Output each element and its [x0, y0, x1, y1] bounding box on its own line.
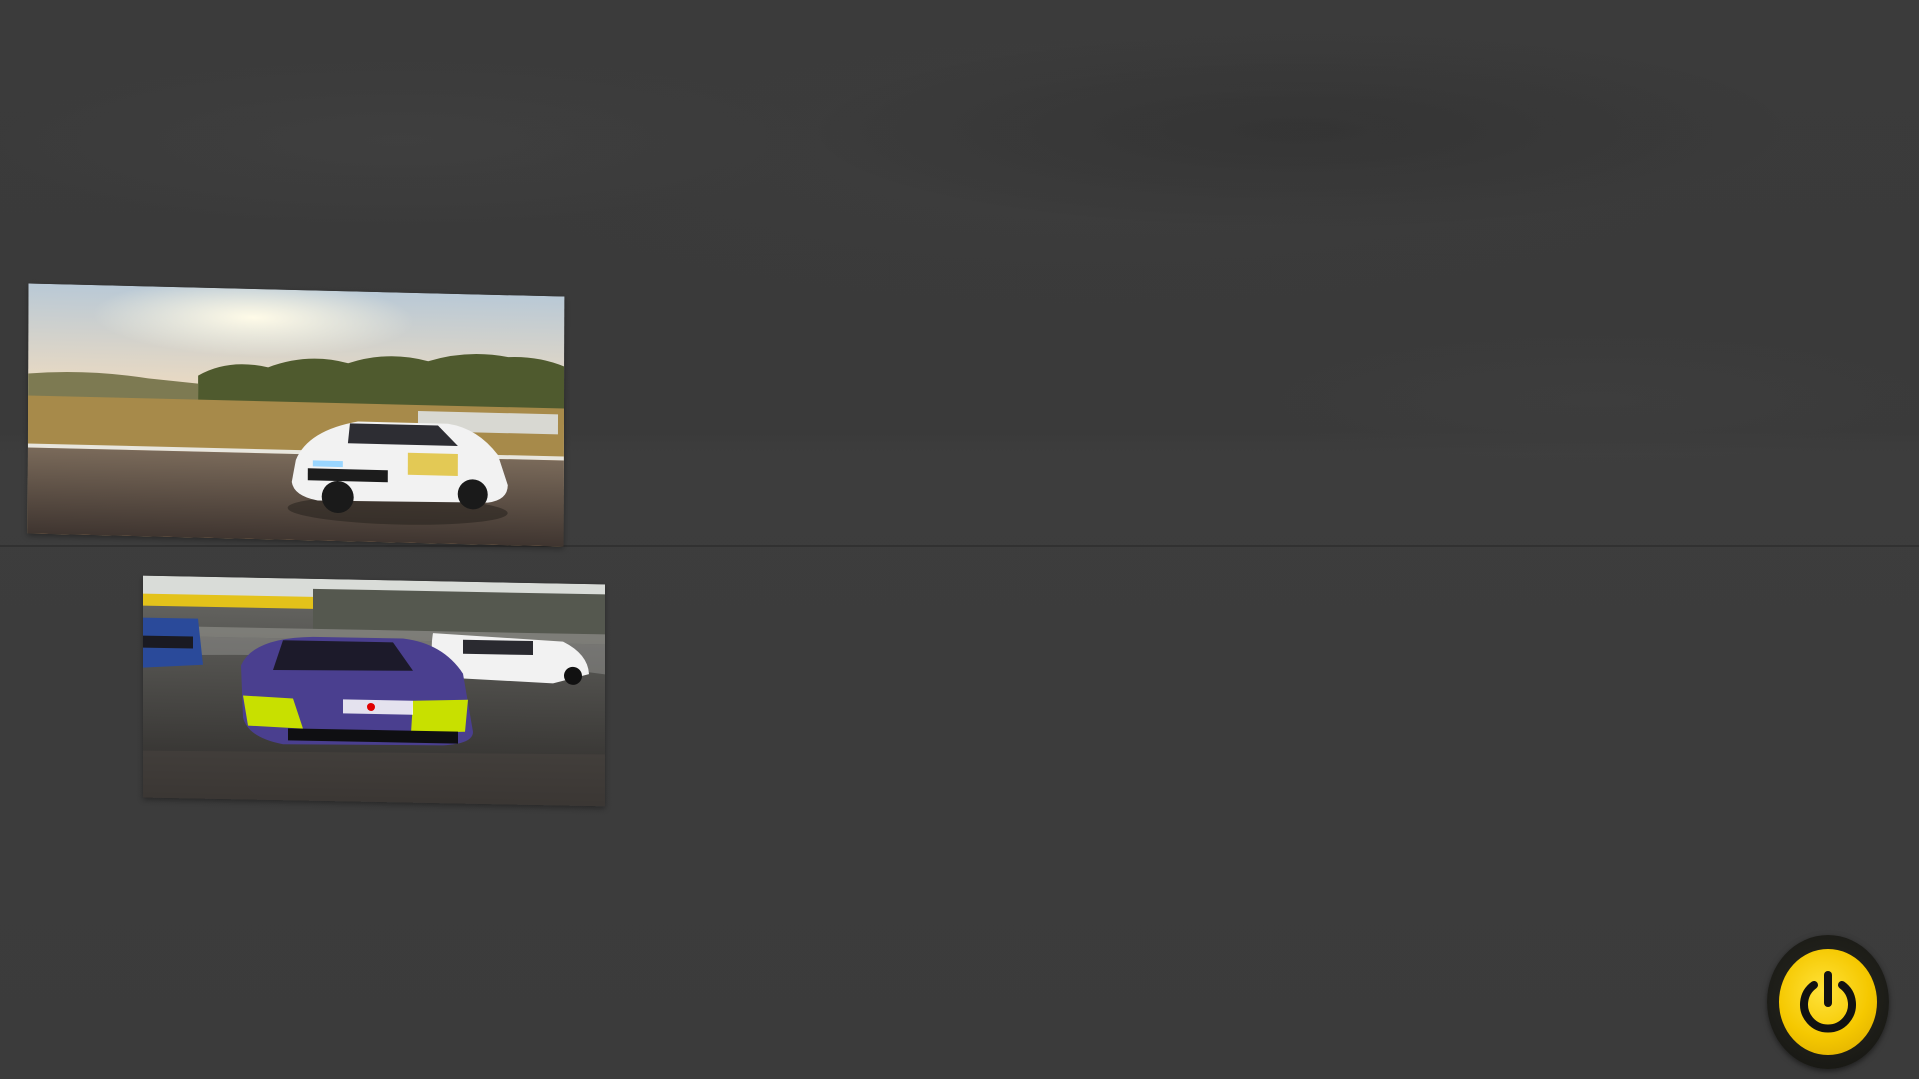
power-button[interactable]	[1767, 935, 1889, 1069]
power-button-face	[1779, 949, 1877, 1055]
gt4-race-image-tile[interactable]	[27, 283, 565, 547]
main-menu-screen	[0, 0, 1919, 1079]
gt3-race-image	[143, 575, 605, 807]
background-divider	[0, 545, 1919, 547]
gt3-race-image-tile[interactable]	[143, 575, 605, 807]
power-icon	[1800, 971, 1856, 1033]
gt4-race-image	[27, 283, 565, 547]
